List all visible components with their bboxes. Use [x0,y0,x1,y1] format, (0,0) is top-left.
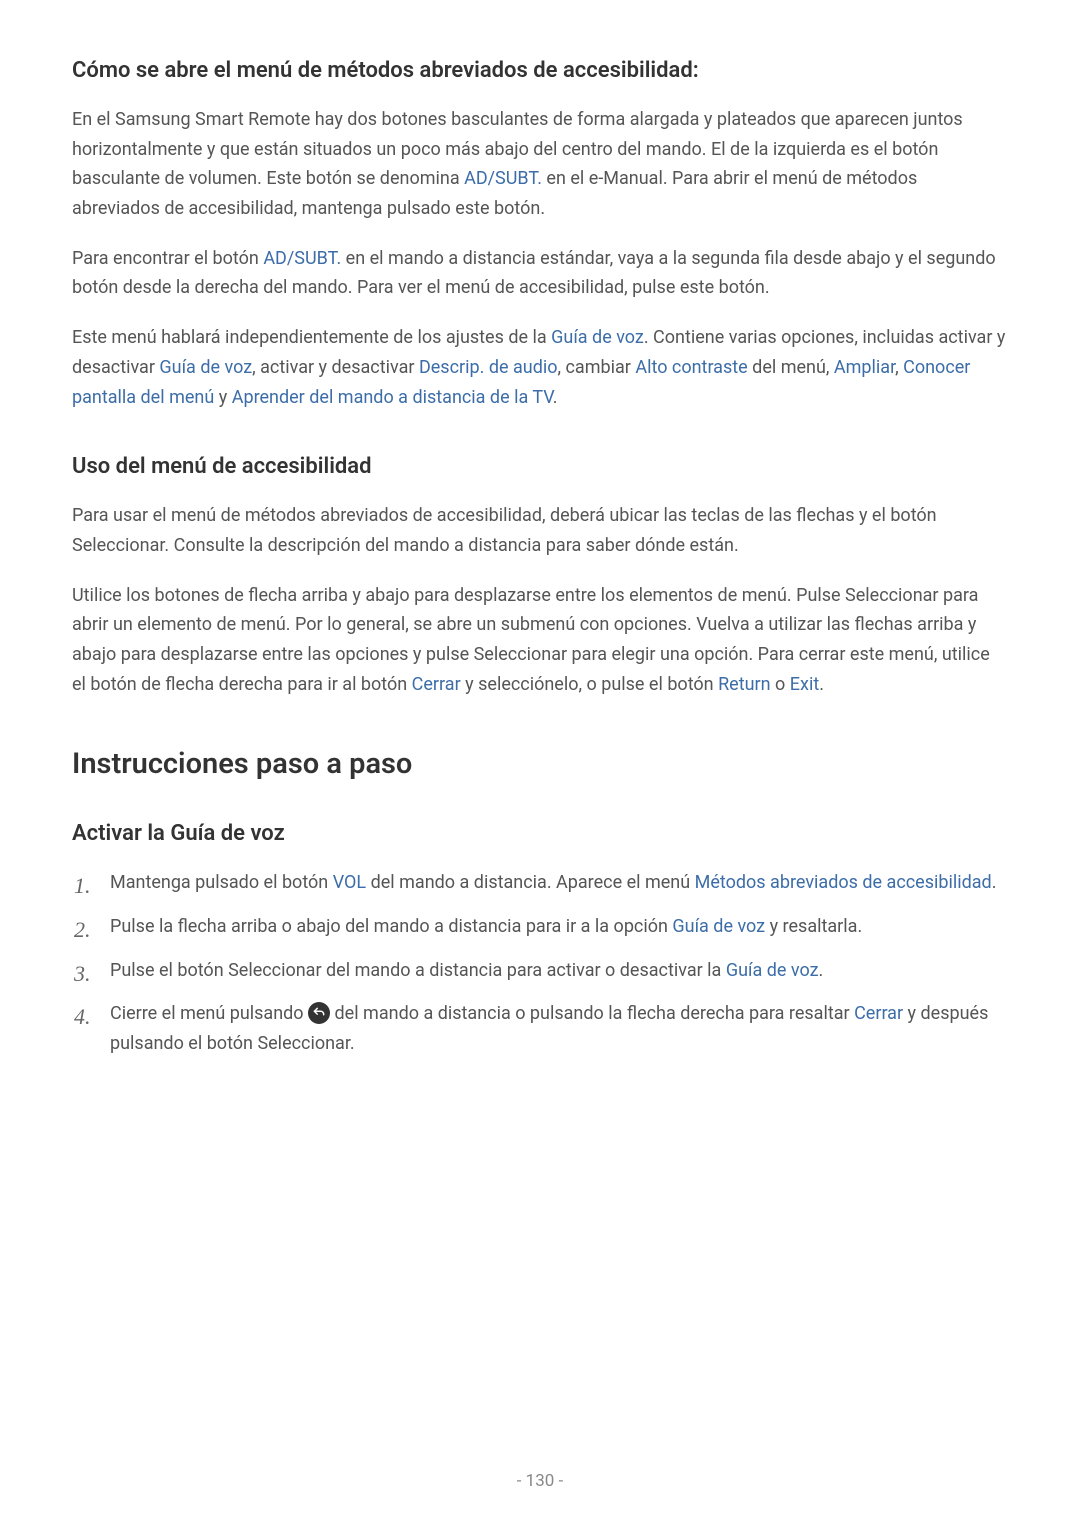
text-run: , [895,357,903,378]
term-return: Return [718,674,771,695]
paragraph: Para encontrar el botón AD/SUBT. en el m… [72,244,1008,303]
section-activate-voice-guide: Activar la Guía de voz Mantenga pulsado … [72,821,1008,1058]
text-run: y resaltarla. [765,916,862,937]
text-run: del mando a distancia. Aparece el menú [366,872,695,893]
heading-use-menu: Uso del menú de accesibilidad [72,454,1008,479]
paragraph: Este menú hablará independientemente de … [72,323,1008,412]
term-ampliar: Ampliar [834,357,895,378]
text-run: . [819,960,824,981]
text-run: . [819,674,824,695]
term-cerrar: Cerrar [412,674,461,695]
heading-step-by-step: Instrucciones paso a paso [72,747,1008,781]
term-guia-de-voz: Guía de voz [726,960,819,981]
term-exit: Exit [790,674,819,695]
heading-open-shortcuts: Cómo se abre el menú de métodos abreviad… [72,58,1008,83]
return-icon [308,1002,330,1024]
text-run: Mantenga pulsado el botón [110,872,333,893]
text-run: del mando a distancia o pulsando la flec… [330,1003,854,1024]
text-run: y [214,387,231,408]
text-run: Cierre el menú pulsando [110,1003,308,1024]
text-run: . [992,872,997,893]
text-run: o [771,674,790,695]
section-open-shortcuts: Cómo se abre el menú de métodos abreviad… [72,58,1008,412]
paragraph: En el Samsung Smart Remote hay dos boton… [72,105,1008,224]
term-descrip-audio: Descrip. de audio [419,357,558,378]
text-run: Este menú hablará independientemente de … [72,327,551,348]
heading-activate-voice-guide: Activar la Guía de voz [72,821,1008,846]
paragraph: Utilice los botones de flecha arriba y a… [72,581,1008,700]
term-guia-de-voz: Guía de voz [551,327,644,348]
step-item: Mantenga pulsado el botón VOL del mando … [100,868,1008,898]
term-ad-subt: AD/SUBT. [464,168,542,189]
term-cerrar: Cerrar [854,1003,903,1024]
text-run: del menú, [748,357,834,378]
term-aprender-mando: Aprender del mando a distancia de la TV [232,387,553,408]
text-run: , cambiar [558,357,636,378]
steps-list: Mantenga pulsado el botón VOL del mando … [72,868,1008,1058]
term-guia-de-voz: Guía de voz [672,916,765,937]
term-alto-contraste: Alto contraste [635,357,747,378]
term-guia-de-voz: Guía de voz [159,357,252,378]
text-run: y selecciónelo, o pulse el botón [461,674,718,695]
term-ad-subt: AD/SUBT. [263,248,341,269]
text-run: Para encontrar el botón [72,248,263,269]
text-run: Pulse el botón Seleccionar del mando a d… [110,960,726,981]
page-number: - 130 - [0,1471,1080,1491]
paragraph: Para usar el menú de métodos abreviados … [72,501,1008,560]
section-use-menu: Uso del menú de accesibilidad Para usar … [72,454,1008,699]
text-run: . [553,387,558,408]
step-item: Cierre el menú pulsando del mando a dist… [100,999,1008,1058]
text-run: , activar y desactivar [252,357,419,378]
term-vol: VOL [333,872,366,893]
text-run: Pulse la flecha arriba o abajo del mando… [110,916,672,937]
term-metodos-abreviados: Métodos abreviados de accesibilidad [695,872,992,893]
step-item: Pulse el botón Seleccionar del mando a d… [100,956,1008,986]
step-item: Pulse la flecha arriba o abajo del mando… [100,912,1008,942]
